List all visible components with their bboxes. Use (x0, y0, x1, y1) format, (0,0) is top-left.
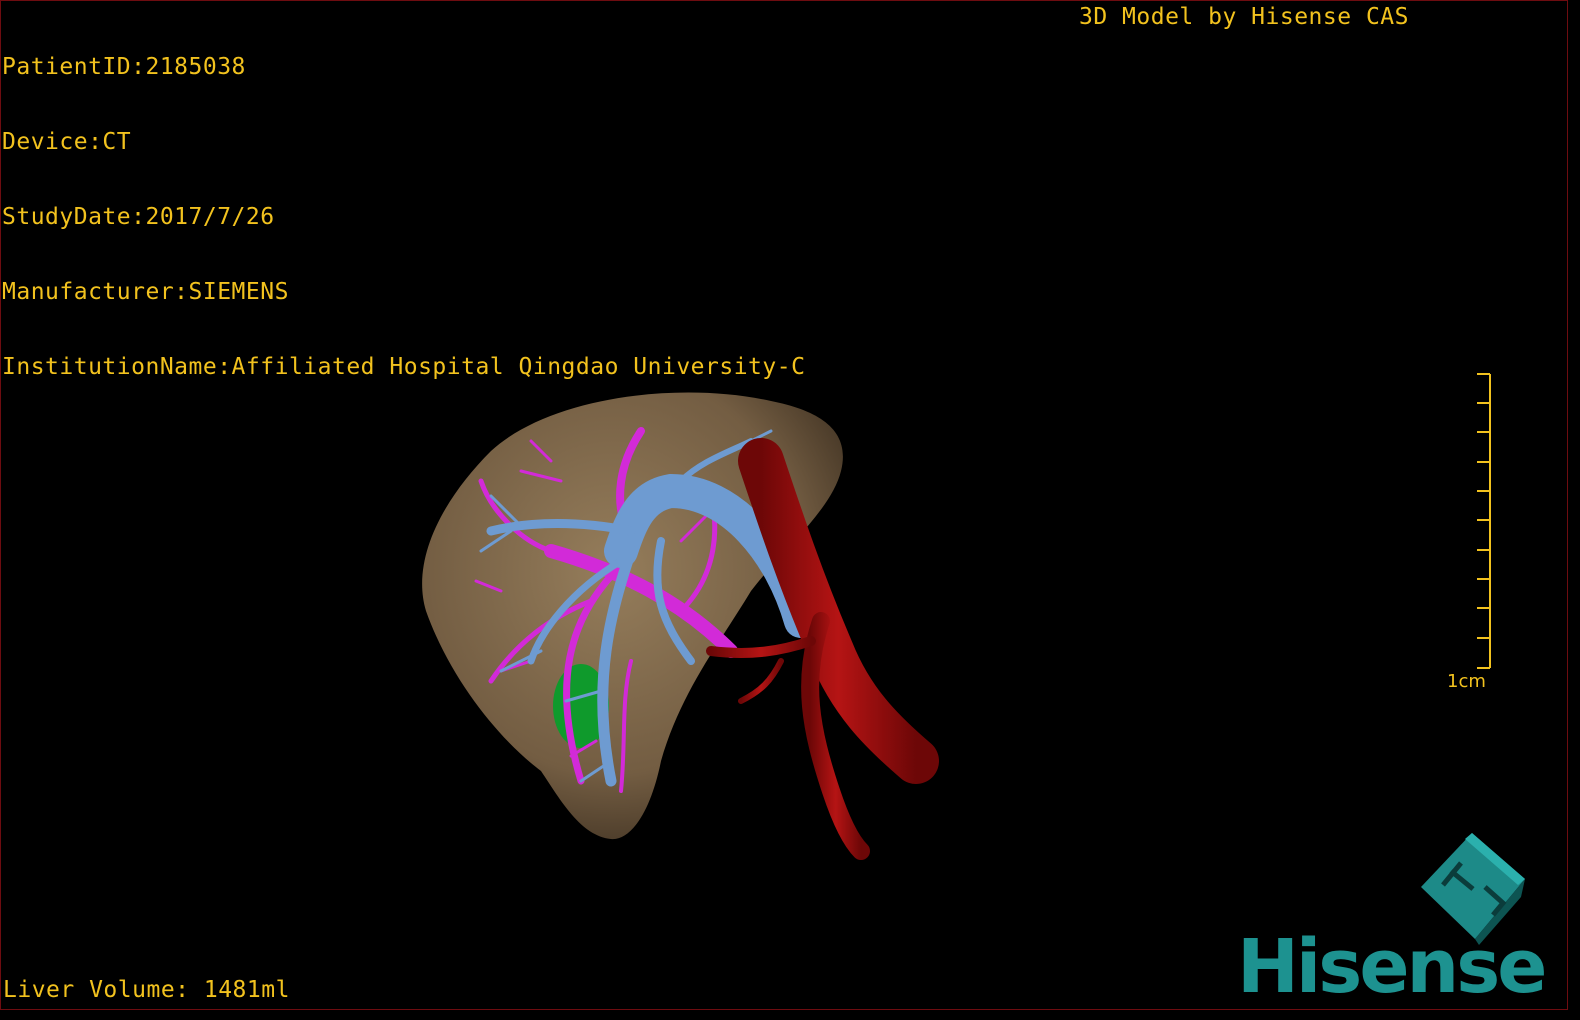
3d-viewport[interactable]: PatientID:2185038 Device:CT StudyDate:20… (0, 0, 1568, 1010)
hisense-logo: Hisense (1237, 924, 1547, 1010)
liver-volume: Liver Volume: 1481ml (3, 977, 290, 1003)
model-title: 3D Model by Hisense CAS (1079, 4, 1409, 30)
scale-bar-label: 1cm (1447, 671, 1486, 692)
scale-bar (1477, 373, 1491, 669)
manufacturer: Manufacturer:SIEMENS (2, 279, 289, 305)
device: Device:CT (2, 129, 132, 155)
patient-id: PatientID:2185038 (2, 54, 246, 80)
study-date: StudyDate:2017/7/26 (2, 204, 275, 230)
liver-3d-model[interactable] (381, 361, 981, 881)
